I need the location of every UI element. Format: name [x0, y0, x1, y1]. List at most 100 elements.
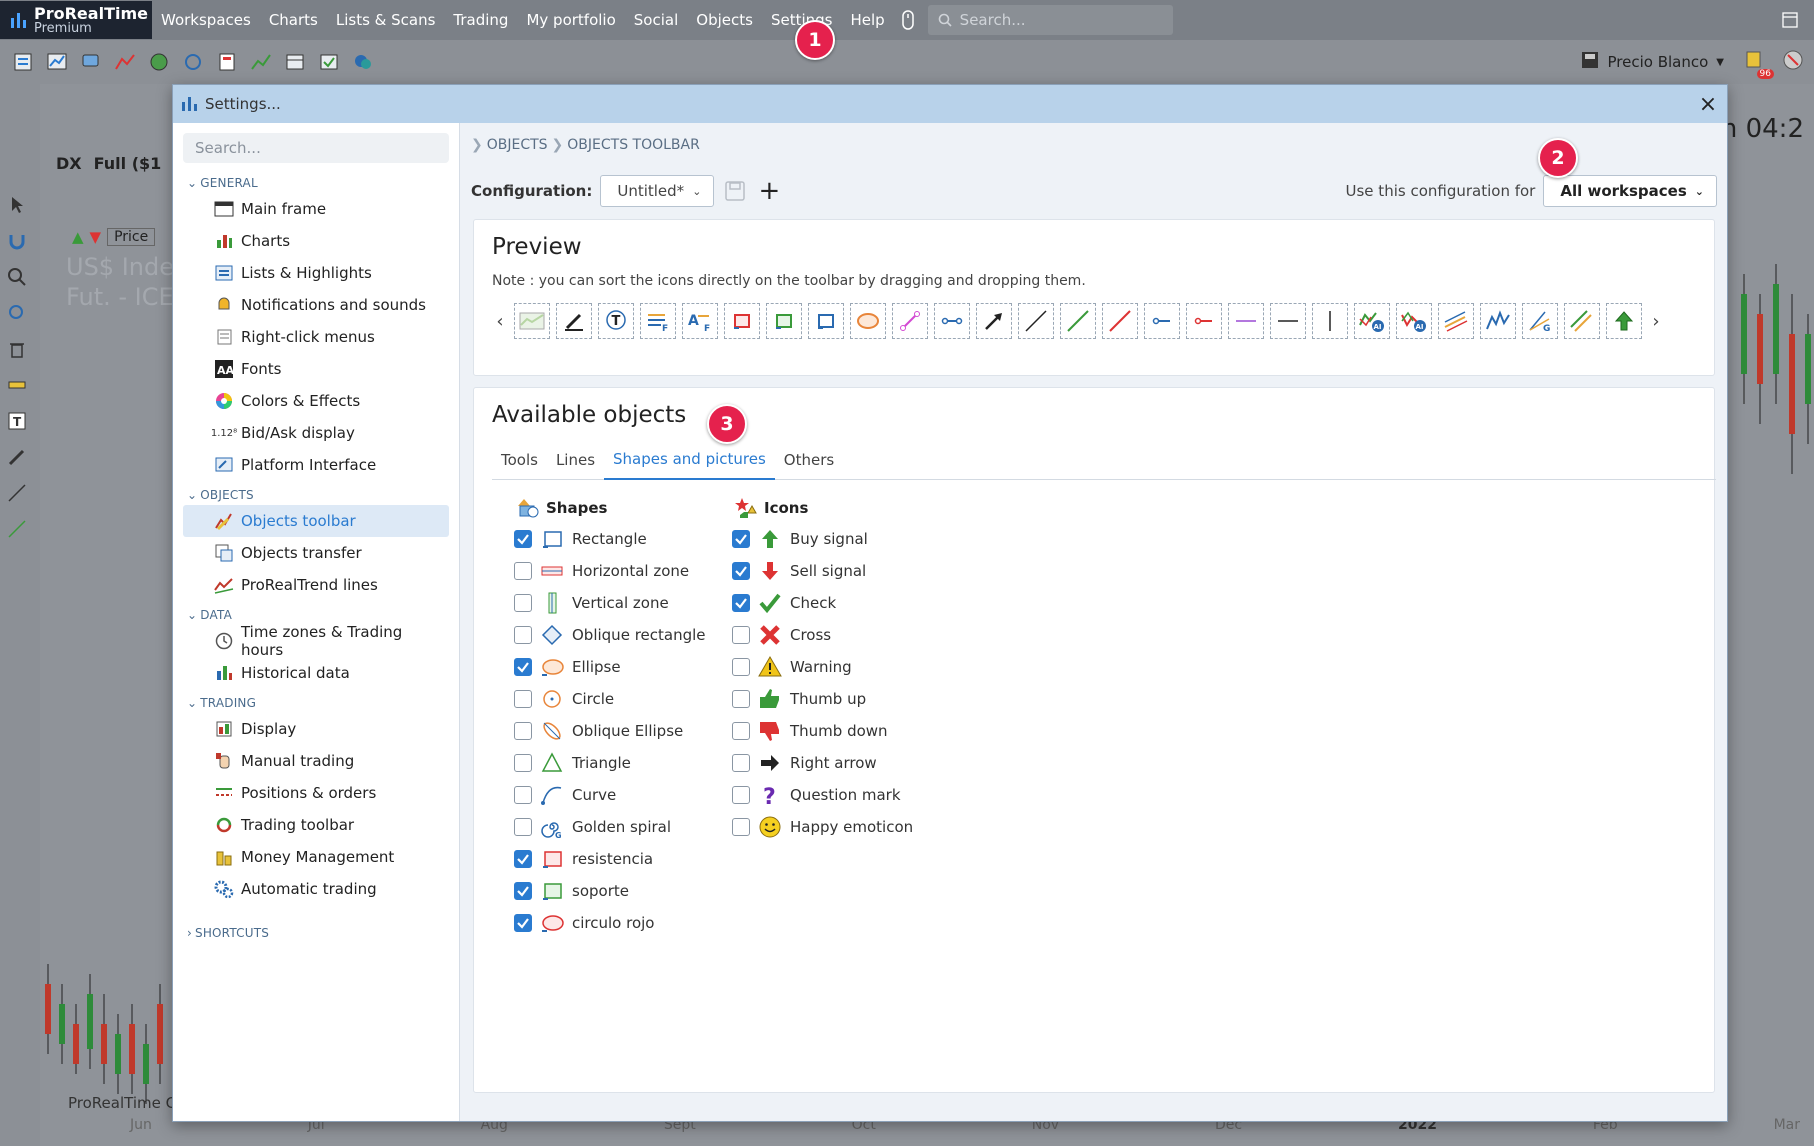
object-row-cross[interactable]: Cross — [732, 619, 913, 651]
chevron-down-icon[interactable]: ▼ — [1716, 57, 1724, 68]
object-row-circulo-rojo[interactable]: circulo rojo — [514, 907, 706, 939]
chart-icon[interactable] — [42, 47, 72, 77]
tab-others[interactable]: Others — [775, 440, 843, 480]
object-checkbox[interactable] — [514, 562, 532, 580]
sidebar-item-positions[interactable]: Positions & orders — [183, 777, 449, 809]
settings-search-input[interactable]: Search... — [183, 133, 449, 163]
object-row-ellipse[interactable]: Ellipse — [514, 651, 706, 683]
green-rectangle-icon[interactable] — [766, 303, 802, 339]
window-icon[interactable] — [1778, 8, 1802, 32]
ruler-tool-icon[interactable] — [6, 374, 28, 400]
object-row-oblique-ellipse[interactable]: Oblique Ellipse — [514, 715, 706, 747]
object-row-thumb-up[interactable]: Thumb up — [732, 683, 913, 715]
menu-workspaces[interactable]: Workspaces — [152, 0, 260, 40]
menu-my-portfolio[interactable]: My portfolio — [517, 0, 624, 40]
app-logo[interactable]: ProRealTime Premium — [0, 1, 152, 39]
object-row-happy-emoticon[interactable]: Happy emoticon — [732, 811, 913, 843]
section-shortcuts[interactable]: › SHORTCUTS — [173, 919, 459, 943]
mouse-icon[interactable] — [898, 5, 918, 35]
tab-lines[interactable]: Lines — [547, 440, 604, 480]
channel-icon[interactable] — [1438, 303, 1474, 339]
add-config-icon[interactable]: + — [756, 178, 782, 204]
tab-shapes-and-pictures[interactable]: Shapes and pictures — [604, 440, 775, 480]
use-for-select[interactable]: All workspaces ⌄ — [1543, 175, 1717, 207]
green-line-tool-icon[interactable] — [6, 518, 28, 544]
price-button[interactable]: Price — [107, 228, 156, 246]
object-row-soporte[interactable]: soporte — [514, 875, 706, 907]
object-checkbox[interactable] — [514, 530, 532, 548]
menu-help[interactable]: Help — [841, 0, 893, 40]
menu-social[interactable]: Social — [625, 0, 687, 40]
object-checkbox[interactable] — [732, 754, 750, 772]
section-general[interactable]: ⌄ GENERAL — [173, 169, 459, 193]
fibonacci-f-icon[interactable]: F — [640, 303, 676, 339]
trash-tool-icon[interactable] — [6, 338, 28, 364]
object-row-sell-signal[interactable]: Sell signal — [732, 555, 913, 587]
section-objects[interactable]: ⌄ OBJECTS — [173, 481, 459, 505]
refresh-icon[interactable] — [178, 47, 208, 77]
object-row-oblique-rectangle[interactable]: Oblique rectangle — [514, 619, 706, 651]
pointer-tool-icon[interactable] — [6, 194, 28, 220]
fill-tool-icon[interactable] — [514, 303, 550, 339]
section-data[interactable]: ⌄ DATA — [173, 601, 459, 625]
menu-lists-scans[interactable]: Lists & Scans — [327, 0, 445, 40]
object-checkbox[interactable] — [732, 786, 750, 804]
fibonacci-arc-icon[interactable]: AF — [682, 303, 718, 339]
object-row-horizontal-zone[interactable]: Horizontal zone — [514, 555, 706, 587]
object-row-check[interactable]: Check — [732, 587, 913, 619]
sidebar-item-main-frame[interactable]: Main frame — [183, 193, 449, 225]
purple-horizontal-line-icon[interactable] — [1228, 303, 1264, 339]
object-checkbox[interactable] — [732, 658, 750, 676]
text-balloon-icon[interactable]: T — [598, 303, 634, 339]
lists-icon[interactable] — [8, 47, 38, 77]
object-checkbox[interactable] — [514, 754, 532, 772]
object-row-rectangle[interactable]: Rectangle — [514, 523, 706, 555]
object-checkbox[interactable] — [514, 626, 532, 644]
object-checkbox[interactable] — [514, 882, 532, 900]
sidebar-item-charts[interactable]: Charts — [183, 225, 449, 257]
workspace-name[interactable]: Precio Blanco — [1608, 53, 1709, 71]
wave-icon[interactable] — [1480, 303, 1516, 339]
sidebar-item-money-management[interactable]: Money Management — [183, 841, 449, 873]
object-checkbox[interactable] — [514, 722, 532, 740]
object-row-thumb-down[interactable]: Thumb down — [732, 715, 913, 747]
save-config-icon[interactable] — [722, 178, 748, 204]
community-icon[interactable] — [348, 47, 378, 77]
gann-icon[interactable]: G — [1522, 303, 1558, 339]
breadcrumb-objects[interactable]: OBJECTS — [487, 137, 548, 153]
object-row-triangle[interactable]: Triangle — [514, 747, 706, 779]
magnet-tool-icon[interactable] — [6, 230, 28, 256]
backtest-icon[interactable] — [212, 47, 242, 77]
sidebar-item-fonts[interactable]: AA Fonts — [183, 353, 449, 385]
blue-rectangle-icon[interactable] — [808, 303, 844, 339]
object-checkbox[interactable] — [514, 850, 532, 868]
zoom-tool-icon[interactable] — [6, 266, 28, 292]
sidebar-item-time-zones[interactable]: Time zones & Trading hours — [183, 623, 449, 659]
object-row-golden-spiral[interactable]: G Golden spiral — [514, 811, 706, 843]
alert-check-icon[interactable] — [314, 47, 344, 77]
object-checkbox[interactable] — [732, 818, 750, 836]
sidebar-item-manual-trading[interactable]: Manual trading — [183, 745, 449, 777]
menu-trading[interactable]: Trading — [444, 0, 517, 40]
vertical-line-icon[interactable] — [1312, 303, 1348, 339]
arrow-line-icon[interactable] — [976, 303, 1012, 339]
object-row-curve[interactable]: Curve — [514, 779, 706, 811]
object-checkbox[interactable] — [732, 690, 750, 708]
globe-icon[interactable] — [144, 47, 174, 77]
pencil-tool-icon[interactable] — [556, 303, 592, 339]
sidebar-item-notifications[interactable]: Notifications and sounds — [183, 289, 449, 321]
object-row-vertical-zone[interactable]: Vertical zone — [514, 587, 706, 619]
object-checkbox[interactable] — [514, 594, 532, 612]
zoom-area-icon[interactable] — [6, 302, 28, 328]
text-tool-icon[interactable]: T — [6, 410, 28, 436]
menu-charts[interactable]: Charts — [260, 0, 327, 40]
chat-icon[interactable] — [76, 47, 106, 77]
close-icon[interactable]: × — [1695, 91, 1721, 117]
object-checkbox[interactable] — [514, 786, 532, 804]
sidebar-item-colors[interactable]: Colors & Effects — [183, 385, 449, 417]
sidebar-item-right-click[interactable]: Right-click menus — [183, 321, 449, 353]
symbol-label[interactable]: DX — [56, 154, 82, 173]
save-workspace-icon[interactable] — [1580, 50, 1600, 74]
object-row-question-mark[interactable]: ? Question mark — [732, 779, 913, 811]
object-checkbox[interactable] — [732, 530, 750, 548]
